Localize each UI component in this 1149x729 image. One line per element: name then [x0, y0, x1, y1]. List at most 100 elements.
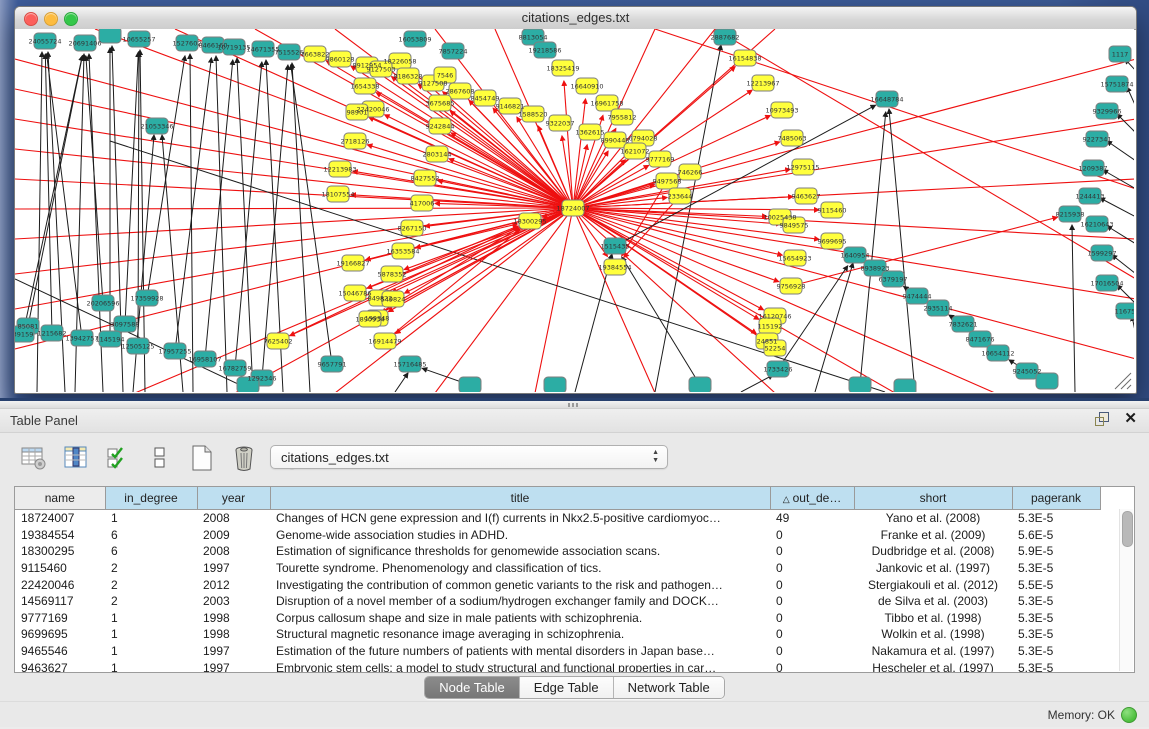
- cell-outde[interactable]: 0: [770, 610, 854, 627]
- cell-indegree[interactable]: 2: [105, 560, 197, 577]
- table-row[interactable]: 977716911998Corpus callosum shape and si…: [15, 610, 1100, 627]
- cell-title[interactable]: Changes of HCN gene expression and I(f) …: [270, 510, 770, 527]
- cell-indegree[interactable]: 2: [105, 576, 197, 593]
- select-rows-icon[interactable]: [104, 443, 132, 473]
- cell-name[interactable]: 9463627: [15, 659, 105, 673]
- cell-year[interactable]: 1998: [197, 610, 270, 627]
- cell-title[interactable]: Corpus callosum shape and size in male p…: [270, 610, 770, 627]
- cell-outde[interactable]: 0: [770, 659, 854, 673]
- column-header-pagerank[interactable]: pagerank: [1012, 487, 1100, 510]
- cell-name[interactable]: 18724007: [15, 510, 105, 527]
- new-column-icon[interactable]: [188, 443, 216, 473]
- table-row[interactable]: 1830029562008Estimation of significance …: [15, 543, 1100, 560]
- graph-node[interactable]: [894, 379, 916, 392]
- cell-name[interactable]: 18300295: [15, 543, 105, 560]
- cell-indegree[interactable]: 1: [105, 659, 197, 673]
- cell-year[interactable]: 2009: [197, 527, 270, 544]
- divider-grip-icon[interactable]: [568, 403, 580, 407]
- cell-title[interactable]: Embryonic stem cells: a model to study s…: [270, 659, 770, 673]
- table-mode-icon[interactable]: [20, 443, 48, 473]
- graph-node[interactable]: [459, 377, 481, 392]
- column-header-indegree[interactable]: in_degree: [105, 487, 197, 510]
- cell-year[interactable]: 2008: [197, 543, 270, 560]
- column-header-name[interactable]: name: [15, 487, 105, 510]
- cell-indegree[interactable]: 6: [105, 543, 197, 560]
- table-row[interactable]: 969969511998Structural magnetic resonanc…: [15, 626, 1100, 643]
- cell-outde[interactable]: 49: [770, 510, 854, 527]
- cell-name[interactable]: 9777169: [15, 610, 105, 627]
- cell-indegree[interactable]: 1: [105, 643, 197, 660]
- panel-divider[interactable]: [0, 401, 1149, 409]
- tab-node-table[interactable]: Node Table: [425, 677, 520, 698]
- cell-pagerank[interactable]: 5.3E-5: [1012, 593, 1100, 610]
- cell-title[interactable]: Estimation of significance thresholds fo…: [270, 543, 770, 560]
- cell-title[interactable]: Tourette syndrome. Phenomenology and cla…: [270, 560, 770, 577]
- cell-indegree[interactable]: 2: [105, 593, 197, 610]
- cell-short[interactable]: Franke et al. (2009): [854, 527, 1012, 544]
- cell-outde[interactable]: 0: [770, 560, 854, 577]
- table-row[interactable]: 1872400712008Changes of HCN gene express…: [15, 510, 1100, 527]
- column-header-title[interactable]: title: [270, 487, 770, 510]
- network-view[interactable]: 2405572420691406106552571527602846616010…: [15, 29, 1134, 392]
- cell-short[interactable]: Dudbridge et al. (2008): [854, 543, 1012, 560]
- delete-column-icon[interactable]: [230, 443, 258, 473]
- graph-node[interactable]: [99, 29, 121, 43]
- cell-outde[interactable]: 0: [770, 527, 854, 544]
- cell-short[interactable]: Yano et al. (2008): [854, 510, 1012, 527]
- cell-pagerank[interactable]: 5.3E-5: [1012, 510, 1100, 527]
- table-row[interactable]: 1456911722003Disruption of a novel membe…: [15, 593, 1100, 610]
- cell-title[interactable]: Structural magnetic resonance image aver…: [270, 626, 770, 643]
- cell-outde[interactable]: 0: [770, 643, 854, 660]
- close-panel-icon[interactable]: ✕: [1124, 411, 1137, 426]
- cell-outde[interactable]: 0: [770, 543, 854, 560]
- cell-indegree[interactable]: 1: [105, 626, 197, 643]
- table-row[interactable]: 946554611997Estimation of the future num…: [15, 643, 1100, 660]
- table-row[interactable]: 2242004622012Investigating the contribut…: [15, 576, 1100, 593]
- cell-outde[interactable]: 0: [770, 593, 854, 610]
- cell-name[interactable]: 9465546: [15, 643, 105, 660]
- cell-pagerank[interactable]: 5.6E-5: [1012, 527, 1100, 544]
- graph-node[interactable]: [849, 377, 871, 392]
- cell-name[interactable]: 19384554: [15, 527, 105, 544]
- cell-title[interactable]: Investigating the contribution of common…: [270, 576, 770, 593]
- column-header-outde[interactable]: △out_de…: [770, 487, 854, 510]
- cell-title[interactable]: Disruption of a novel member of a sodium…: [270, 593, 770, 610]
- table-selector[interactable]: citations_edges.txt ▲▼: [270, 445, 668, 469]
- cell-short[interactable]: Hescheler et al. (1997): [854, 659, 1012, 673]
- cell-pagerank[interactable]: 5.3E-5: [1012, 626, 1100, 643]
- cell-short[interactable]: Tibbo et al. (1998): [854, 610, 1012, 627]
- cell-outde[interactable]: 0: [770, 626, 854, 643]
- cell-name[interactable]: 14569117: [15, 593, 105, 610]
- clear-selection-icon[interactable]: [146, 443, 174, 473]
- memory-status-icon[interactable]: [1121, 707, 1137, 723]
- combo-stepper-icon[interactable]: ▲▼: [652, 449, 659, 465]
- cell-year[interactable]: 1997: [197, 560, 270, 577]
- cell-short[interactable]: Wolkin et al. (1998): [854, 626, 1012, 643]
- cell-indegree[interactable]: 1: [105, 510, 197, 527]
- cell-outde[interactable]: 0: [770, 576, 854, 593]
- float-panel-icon[interactable]: [1095, 411, 1110, 426]
- cell-year[interactable]: 1998: [197, 626, 270, 643]
- table-scrollbar[interactable]: [1119, 509, 1133, 671]
- cell-name[interactable]: 22420046: [15, 576, 105, 593]
- column-header-year[interactable]: year: [197, 487, 270, 510]
- window-titlebar[interactable]: citations_edges.txt: [15, 7, 1136, 30]
- cell-year[interactable]: 2012: [197, 576, 270, 593]
- cell-title[interactable]: Genome-wide association studies in ADHD.: [270, 527, 770, 544]
- cell-year[interactable]: 2008: [197, 510, 270, 527]
- cell-year[interactable]: 1997: [197, 643, 270, 660]
- cell-pagerank[interactable]: 5.3E-5: [1012, 643, 1100, 660]
- graph-node[interactable]: [544, 377, 566, 392]
- cell-year[interactable]: 1997: [197, 659, 270, 673]
- cell-short[interactable]: Stergiakouli et al. (2012): [854, 576, 1012, 593]
- tab-edge-table[interactable]: Edge Table: [520, 677, 614, 698]
- tab-network-table[interactable]: Network Table: [614, 677, 724, 698]
- cell-short[interactable]: de Silva et al. (2003): [854, 593, 1012, 610]
- graph-node[interactable]: [689, 377, 711, 392]
- table-row[interactable]: 911546021997Tourette syndrome. Phenomeno…: [15, 560, 1100, 577]
- cell-title[interactable]: Estimation of the future numbers of pati…: [270, 643, 770, 660]
- cell-indegree[interactable]: 1: [105, 610, 197, 627]
- scrollbar-thumb[interactable]: [1122, 511, 1133, 547]
- cell-pagerank[interactable]: 5.5E-5: [1012, 576, 1100, 593]
- cell-indegree[interactable]: 6: [105, 527, 197, 544]
